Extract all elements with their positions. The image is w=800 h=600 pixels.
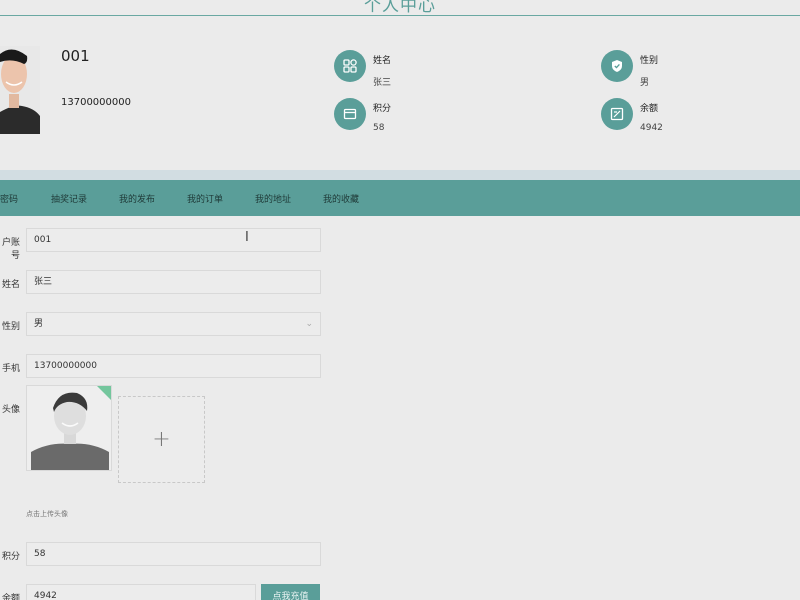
title-divider <box>0 15 800 16</box>
nav-item-my-favorites[interactable]: 我的收藏 <box>323 192 359 205</box>
balance-field[interactable]: 4942 <box>26 584 256 600</box>
balance-label: 余额 <box>1 594 20 600</box>
profile-phone: 13700000000 <box>61 97 131 108</box>
nav-item-my-orders[interactable]: 我的订单 <box>187 192 223 205</box>
profile-account: 001 <box>61 47 90 65</box>
points-field[interactable]: 58 <box>26 542 321 566</box>
nav-item-my-address[interactable]: 我的地址 <box>255 192 291 205</box>
account-label: 户账号 <box>1 238 20 261</box>
wallet-icon <box>601 98 633 130</box>
chevron-down-icon: ⌄ <box>305 319 313 329</box>
stat-value: 4942 <box>640 123 663 133</box>
recharge-button[interactable]: 点我充值 <box>261 584 320 600</box>
uploaded-check-icon <box>96 386 111 401</box>
gender-label: 性别 <box>1 322 20 332</box>
gender-select-value: 男 <box>34 319 44 329</box>
nav-item-my-posts[interactable]: 我的发布 <box>119 192 155 205</box>
profile-nav: 密码 抽奖记录 我的发布 我的订单 我的地址 我的收藏 <box>0 180 800 216</box>
avatar-label: 头像 <box>1 405 20 415</box>
stat-value: 男 <box>640 78 650 88</box>
name-field[interactable]: 张三 <box>26 270 321 294</box>
account-field[interactable]: 001 <box>26 228 321 252</box>
profile-avatar[interactable] <box>0 46 40 134</box>
avatar-upload-button[interactable]: + <box>118 396 205 483</box>
phone-field[interactable]: 13700000000 <box>26 354 321 378</box>
upload-hint: 点击上传头像 <box>26 510 68 518</box>
nav-item-lottery-records[interactable]: 抽奖记录 <box>51 192 87 205</box>
header-band <box>0 170 800 180</box>
card-icon <box>334 98 366 130</box>
nav-item-password[interactable]: 密码 <box>0 192 18 205</box>
stat-value: 58 <box>373 123 385 133</box>
grid-icon <box>334 50 366 82</box>
phone-label: 手机 <box>1 364 20 374</box>
stat-label: 姓名 <box>373 56 392 66</box>
plus-icon: + <box>152 427 171 452</box>
stat-value: 张三 <box>373 78 392 88</box>
stat-label: 余额 <box>640 104 659 114</box>
text-cursor-icon: Ι <box>245 230 249 245</box>
name-label: 姓名 <box>1 280 20 290</box>
stat-label: 性别 <box>640 56 659 66</box>
points-label: 积分 <box>1 552 20 562</box>
shield-icon <box>601 50 633 82</box>
stat-label: 积分 <box>373 104 392 114</box>
page-title: 个人中心 <box>364 0 436 16</box>
avatar-preview[interactable] <box>26 385 112 471</box>
gender-select[interactable]: 男 ⌄ <box>26 312 321 336</box>
